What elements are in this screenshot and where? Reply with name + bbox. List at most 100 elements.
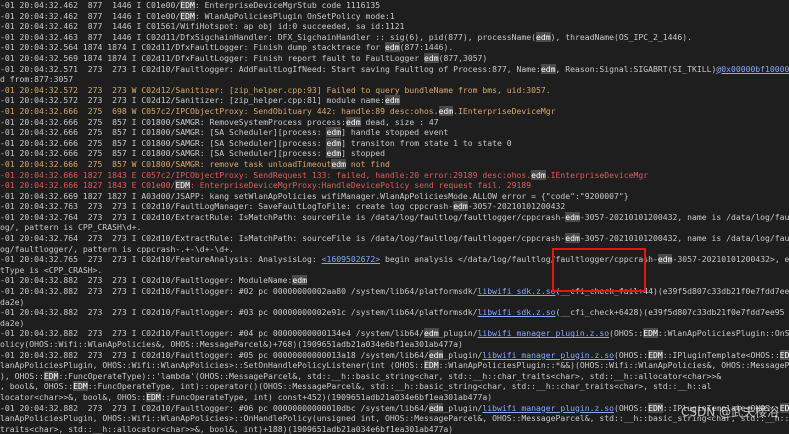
search-match: edm (453, 201, 468, 212)
log-line: -01 20:04:32.666 275 857 I C01800/SAMGR:… (0, 116, 789, 128)
log-text: -01 20:04:32.572 273 273 W C02d12/Saniti… (0, 84, 551, 95)
log-text: -01 20:04:32.462 877 1446 I C01e00/ (0, 0, 181, 10)
log-line: , bool&, OHOS::EDM::FuncOperateType, int… (0, 381, 789, 392)
log-link: @0x00000bf10000036 (716, 63, 789, 74)
log-text: -01 20:04:32.666 1827 1843 E C01e00/ (0, 180, 176, 191)
log-link: libwifi_sdk.z.so (477, 307, 556, 318)
log-text: tType is <CPP_CRASH>. (0, 264, 103, 275)
search-match: EDM (643, 328, 658, 339)
log-text: -01 20:04:32.463 877 1446 I C02d11/DfxSi… (0, 31, 537, 42)
search-match: edm (326, 148, 342, 159)
search-match: EDM (423, 360, 439, 371)
search-match: EDM (146, 391, 161, 402)
search-match: edm (423, 52, 439, 63)
log-link: <1609502672> (321, 254, 381, 265)
log-line: -01 20:04:32.666 1827 1843 E C057c2/IPCO… (0, 169, 789, 181)
log-line: -01 20:04:32.462 877 1446 I C01e00/EDM: … (0, 0, 789, 11)
log-text: locator<char>>&, bool&, OHOS:: (0, 391, 147, 402)
log-line: -01 20:04:32.882 273 273 I C02d10/Faultl… (0, 402, 789, 414)
log-text: -01 20:04:32.564 1874 1874 I C02d11/DfxF… (0, 42, 385, 53)
search-match: edm (423, 328, 439, 339)
log-line: -01 20:04:32.463 877 1446 I C02d11/DfxSi… (0, 31, 789, 43)
log-line: -01 20:04:32.882 273 273 I C02d10/Faultl… (0, 286, 789, 297)
log-text: ::IPluginTemplate<OHOS:: (662, 349, 780, 360)
log-line: -01 20:04:32.666 275 857 W C01800/SAMGR:… (0, 158, 789, 170)
log-text: ::WlanApPoliciesPlugin::*&&)(OHOS::Wifi:… (438, 360, 789, 371)
log-line: locator<char>>&, bool&, OHOS::EDM::FuncO… (0, 391, 789, 403)
log-text: , Reason:Signal:SIGABRT(SI_TKILL) (555, 63, 717, 74)
log-text: lanApPoliciesPlugin, OHOS::Wifi::WlanApP… (0, 360, 424, 371)
log-text: -01 20:04:32.666 275 857 W C01800/SAMGR:… (0, 158, 332, 169)
log-text: da2e) (0, 296, 25, 307)
log-text: -01 20:04:32.882 273 273 I C02d10/Faultl… (0, 402, 429, 413)
log-text: -01 20:04:32.462 877 1446 I C01561/WifiH… (0, 21, 405, 32)
log-text: : EnterpriseDeviceMgrProxy:HandleDeviceP… (190, 180, 532, 191)
log-text: d from:877:3057 (0, 74, 74, 85)
log-line: -01 20:04:32.564 1874 1874 I C02d11/DfxF… (0, 42, 789, 53)
log-text: (877,3057) (438, 52, 488, 63)
log-text: -3057-20210101200432, name is /data/log/… (579, 211, 789, 222)
log-line: og/faultlogger/, pattern is cppcrash-.+-… (0, 244, 789, 255)
log-text: da2e) (0, 317, 25, 328)
log-text: : WlanApPoliciesPlugin OnSetPolicy mode:… (194, 10, 395, 21)
log-line: -01 20:04:32.882 273 273 I C02d10/Faultl… (0, 349, 789, 361)
search-match: EDM (779, 402, 789, 413)
log-line: -01 20:04:32.765 273 273 I C02d10/Featur… (0, 254, 789, 265)
log-line: lanApPoliciesPlugin, OHOS::Wifi::WlanApP… (0, 360, 789, 371)
log-text: og/faultlogger/, pattern is cppcrash-.+-… (0, 243, 234, 254)
search-match: EDM (180, 0, 195, 10)
search-match: EDM (175, 180, 191, 191)
search-match: edm (565, 211, 580, 222)
search-match: edm (428, 349, 444, 360)
watermark: CSDN @武夫楼浴 (680, 405, 779, 420)
log-line: -01 20:04:32.571 273 273 I C02d10/Faultl… (0, 63, 789, 75)
log-line: -01 20:04:32.569 1874 1874 I C02d11/DfxF… (0, 52, 789, 64)
log-text: -01 20:04:32.666 275 857 I C01800/SAMGR:… (0, 148, 327, 159)
log-text: ] transiton from state 1 to state 0 (341, 137, 512, 148)
log-line: lanApPoliciesPlugin, OHOS::Wifi::WlanApP… (0, 413, 789, 424)
log-line: da2e) (0, 318, 789, 329)
log-link: libwifi_manager_plugin.z.so (482, 402, 614, 413)
log-text: _plugin/ (438, 328, 478, 339)
log-text: -01 20:04:32.572 273 273 I C02d12/Saniti… (0, 95, 385, 106)
search-match: edm (540, 63, 556, 74)
search-match: edm (565, 233, 580, 244)
log-text: olicy(OHOS::Wifi::WlanApPolicies&, OHOS:… (0, 339, 463, 349)
log-text: .IEnterpriseDeviceMgr (545, 169, 649, 180)
log-line: -01 20:04:32.666 275 698 W C057c2/IPCObj… (0, 105, 789, 117)
log-line: da2e) (0, 297, 789, 308)
search-match: edm (326, 137, 342, 148)
log-text: og/, pattern is CPP_CRASH\d+. (0, 222, 142, 233)
log-text: _plugin/ (443, 402, 483, 413)
log-link: libwifi_manager_plugin.z.so (482, 349, 614, 360)
log-text: (__cfi_check_fail+44)(e39f5d807c33db21f0… (555, 286, 789, 297)
log-text: -01 20:04:32.763 273 273 I C02d10/FaultL… (0, 201, 454, 212)
search-match: edm (292, 275, 307, 286)
search-match: EDM (43, 370, 59, 381)
search-match: edm (657, 254, 673, 265)
log-line: -01 20:04:32.572 273 273 W C02d12/Saniti… (0, 85, 789, 96)
log-text: -01 20:04:32.764 273 273 I C02d10/Extrac… (0, 211, 566, 222)
log-text: -01 20:04:32.882 273 273 I C02d10/Faultl… (0, 307, 478, 318)
log-text: ] handle stopped event (341, 127, 449, 138)
log-text: -01 20:04:32.666 275 857 I C01800/SAMGR:… (0, 137, 327, 148)
search-match: edm (428, 402, 444, 413)
log-text: (OHOS:: (609, 328, 644, 339)
log-text: -3057-20210101200432 (467, 201, 566, 212)
log-text: , bool&, OHOS:: (0, 381, 74, 392)
log-text: dead, size : 47 (360, 116, 439, 127)
log-text: -01 20:04:32.882 273 273 I C02d10/Faultl… (0, 275, 293, 286)
log-text: traits<char>, std::__h::allocator<char>>… (0, 423, 454, 434)
log-line: -01 20:04:32.882 273 273 I C02d10/Faultl… (0, 275, 789, 286)
search-match: edm (531, 169, 546, 180)
log-text: -01 20:04:32.669 1827 1827 I A03d00/JSAP… (0, 190, 629, 201)
log-text: -01 20:04:32.666 275 698 W C057c2/IPCObj… (0, 105, 439, 116)
log-line: -01 20:04:32.764 273 273 I C02d10/Extrac… (0, 211, 789, 223)
log-text: lanApPoliciesPlugin, OHOS::Wifi::WlanApP… (0, 413, 789, 424)
log-line: -01 20:04:32.462 877 1446 I C01e00/EDM: … (0, 10, 789, 22)
log-link: libwifi_sdk.z.so (477, 286, 556, 297)
log-line: -01 20:04:32.462 877 1446 I C01561/WifiH… (0, 21, 789, 32)
log-line: traits<char>, std::__h::allocator<char>>… (0, 424, 789, 434)
log-line: tType is <CPP_CRASH>. (0, 265, 789, 276)
log-text: ::FuncOperateType)::'lambda'(OHOS::Messa… (58, 370, 722, 381)
